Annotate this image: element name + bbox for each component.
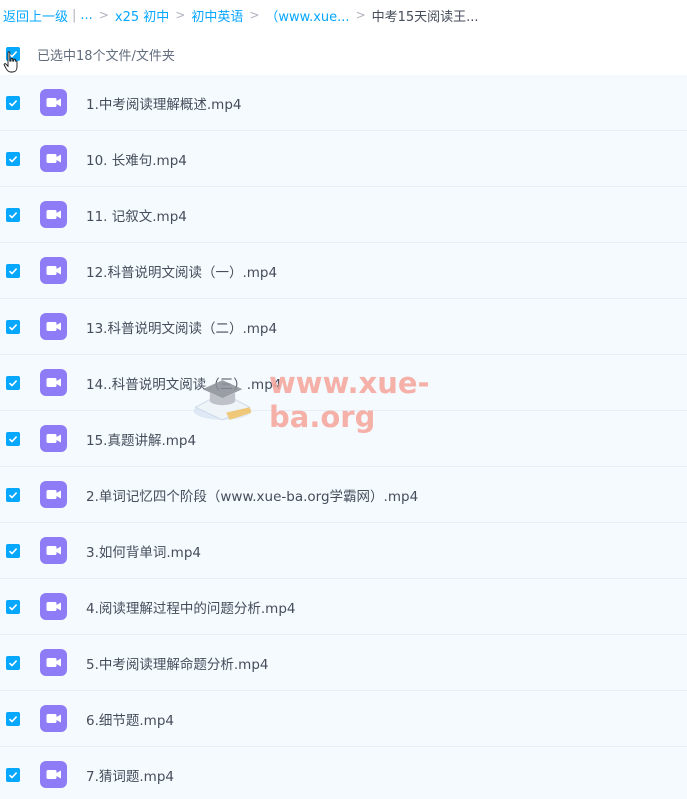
checkmark-icon xyxy=(8,99,18,107)
file-row[interactable]: 6.细节题.mp4 xyxy=(0,691,687,747)
checkmark-icon xyxy=(8,435,18,443)
chevron-right-icon: > xyxy=(249,8,260,22)
checkmark-icon xyxy=(8,267,18,275)
breadcrumb-divider: | xyxy=(72,7,77,23)
video-file-icon xyxy=(40,705,67,732)
file-row[interactable]: 1.中考阅读理解概述.mp4 xyxy=(0,75,687,131)
video-file-icon xyxy=(40,313,67,340)
checkmark-icon xyxy=(8,715,18,723)
breadcrumb-item[interactable]: （www.xue... xyxy=(265,6,349,25)
file-name[interactable]: 1.中考阅读理解概述.mp4 xyxy=(86,93,241,113)
checkmark-icon xyxy=(8,211,18,219)
file-row[interactable]: 13.科普说明文阅读（二）.mp4 xyxy=(0,299,687,355)
file-name[interactable]: 14..科普说明文阅读（三）.mp4 xyxy=(86,373,281,393)
file-checkbox[interactable] xyxy=(6,599,20,614)
back-link[interactable]: 返回上一级 xyxy=(3,6,68,25)
video-file-icon xyxy=(40,537,67,564)
file-row[interactable]: 15.真题讲解.mp4 xyxy=(0,411,687,467)
checkmark-icon xyxy=(8,771,18,779)
file-row[interactable]: 7.猜词题.mp4 xyxy=(0,747,687,799)
selection-count: 已选中18个文件/文件夹 xyxy=(37,48,175,64)
file-row[interactable]: 3.如何背单词.mp4 xyxy=(0,523,687,579)
video-file-icon xyxy=(40,145,67,172)
breadcrumb-ellipsis[interactable]: ... xyxy=(80,8,92,23)
breadcrumb-current: 中考15天阅读王... xyxy=(371,9,479,25)
video-file-icon xyxy=(40,481,67,508)
checkmark-icon xyxy=(8,379,18,387)
file-list: 1.中考阅读理解概述.mp4 10. 长难句.mp4 11. 记叙文.mp4 12.科… xyxy=(0,75,687,799)
file-row[interactable]: 12.科普说明文阅读（一）.mp4 xyxy=(0,243,687,299)
checkmark-icon xyxy=(8,155,18,163)
checkmark-icon xyxy=(8,491,18,499)
file-checkbox[interactable] xyxy=(6,655,20,670)
chevron-right-icon: > xyxy=(355,8,366,22)
file-checkbox[interactable] xyxy=(6,487,20,502)
file-checkbox[interactable] xyxy=(6,431,20,446)
hand-cursor-icon xyxy=(3,51,18,73)
file-name[interactable]: 3.如何背单词.mp4 xyxy=(86,541,201,561)
file-row[interactable]: 2.单词记忆四个阶段（www.xue-ba.org学霸网）.mp4 xyxy=(0,467,687,523)
file-name[interactable]: 5.中考阅读理解命题分析.mp4 xyxy=(86,653,268,673)
chevron-right-icon: > xyxy=(98,8,109,22)
file-checkbox[interactable] xyxy=(6,767,20,782)
video-file-icon xyxy=(40,369,67,396)
video-file-icon xyxy=(40,761,67,788)
video-file-icon xyxy=(40,425,67,452)
selection-bar: 已选中18个文件/文件夹 xyxy=(0,34,687,74)
file-checkbox[interactable] xyxy=(6,263,20,278)
file-checkbox[interactable] xyxy=(6,543,20,558)
file-name[interactable]: 4.阅读理解过程中的问题分析.mp4 xyxy=(86,597,295,617)
file-row[interactable]: 5.中考阅读理解命题分析.mp4 xyxy=(0,635,687,691)
file-row[interactable]: 14..科普说明文阅读（三）.mp4 xyxy=(0,355,687,411)
file-row[interactable]: 10. 长难句.mp4 xyxy=(0,131,687,187)
file-checkbox[interactable] xyxy=(6,375,20,390)
checkmark-icon xyxy=(8,323,18,331)
file-name[interactable]: 10. 长难句.mp4 xyxy=(86,149,187,169)
chevron-right-icon: > xyxy=(175,8,186,22)
file-checkbox[interactable] xyxy=(6,711,20,726)
file-name[interactable]: 7.猜词题.mp4 xyxy=(86,765,174,785)
checkmark-icon xyxy=(8,547,18,555)
file-name[interactable]: 6.细节题.mp4 xyxy=(86,709,174,729)
breadcrumb-item[interactable]: 初中英语 xyxy=(191,6,243,25)
video-file-icon xyxy=(40,593,67,620)
file-name[interactable]: 2.单词记忆四个阶段（www.xue-ba.org学霸网）.mp4 xyxy=(86,485,418,505)
video-file-icon xyxy=(40,649,67,676)
file-checkbox[interactable] xyxy=(6,95,20,110)
breadcrumb-item[interactable]: x25 初中 xyxy=(115,6,169,25)
file-checkbox[interactable] xyxy=(6,207,20,222)
file-name[interactable]: 13.科普说明文阅读（二）.mp4 xyxy=(86,317,277,337)
breadcrumb: 返回上一级 | ... > x25 初中 > 初中英语 > （www.xue..… xyxy=(0,0,687,30)
file-row[interactable]: 11. 记叙文.mp4 xyxy=(0,187,687,243)
video-file-icon xyxy=(40,257,67,284)
file-name[interactable]: 12.科普说明文阅读（一）.mp4 xyxy=(86,261,277,281)
file-row[interactable]: 4.阅读理解过程中的问题分析.mp4 xyxy=(0,579,687,635)
checkmark-icon xyxy=(8,603,18,611)
file-checkbox[interactable] xyxy=(6,151,20,166)
video-file-icon xyxy=(40,89,67,116)
file-name[interactable]: 15.真题讲解.mp4 xyxy=(86,429,196,449)
file-checkbox[interactable] xyxy=(6,319,20,334)
video-file-icon xyxy=(40,201,67,228)
checkmark-icon xyxy=(8,659,18,667)
file-name[interactable]: 11. 记叙文.mp4 xyxy=(86,205,187,225)
